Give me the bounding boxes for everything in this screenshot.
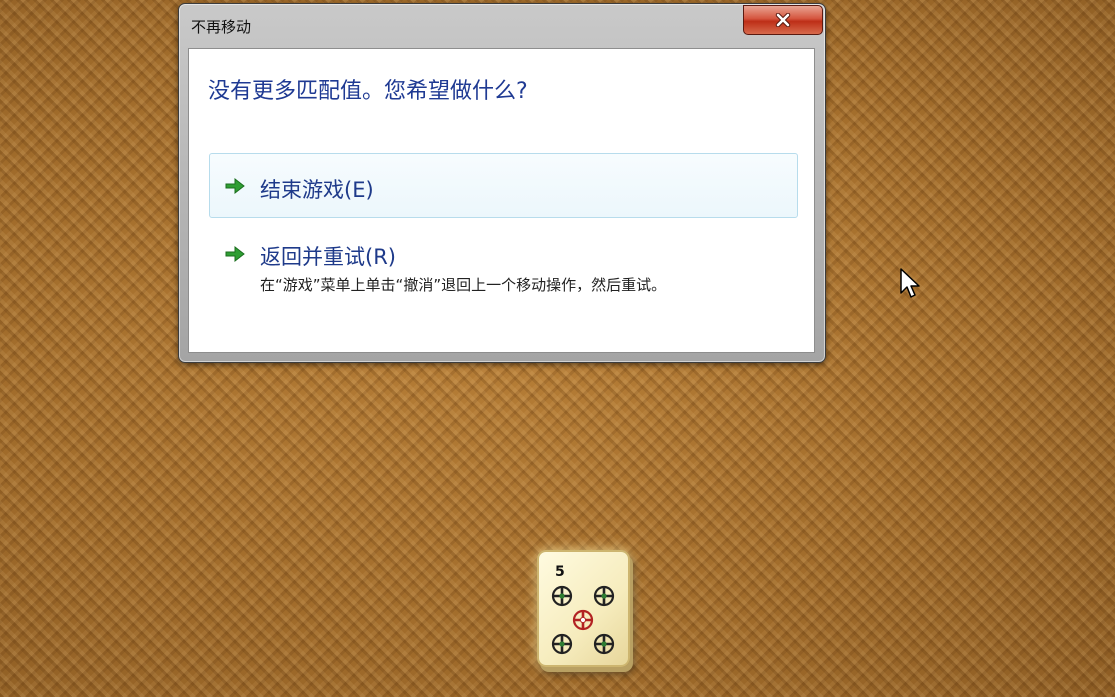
retry-label: 返回并重试(R): [260, 245, 396, 269]
retry-option[interactable]: 返回并重试(R) 在“游戏”菜单上单击“撤消”退回上一个移动操作，然后重试。: [209, 231, 798, 331]
mahjong-tile[interactable]: 5: [537, 550, 630, 667]
green-arrow-icon: [225, 245, 245, 263]
dialog-instruction: 没有更多匹配值。您希望做什么?: [208, 79, 528, 104]
no-more-moves-dialog: 不再移动 没有更多匹配值。您希望做什么? 结束游戏(E) 返回并重试(R) 在“…: [178, 3, 826, 363]
close-button[interactable]: [743, 5, 823, 35]
green-arrow-icon: [225, 177, 245, 195]
dialog-titlebar[interactable]: 不再移动: [179, 4, 825, 44]
retry-note: 在“游戏”菜单上单击“撤消”退回上一个移动操作，然后重试。: [260, 276, 667, 294]
dialog-title: 不再移动: [191, 18, 252, 36]
dialog-content: 没有更多匹配值。您希望做什么? 结束游戏(E) 返回并重试(R) 在“游戏”菜单…: [188, 48, 815, 353]
circle-five-icon: [551, 585, 615, 655]
close-icon: [775, 13, 791, 27]
end-game-option[interactable]: 结束游戏(E): [209, 153, 798, 218]
tile-number: 5: [555, 564, 565, 580]
mouse-pointer-icon: [900, 268, 920, 298]
end-game-label: 结束游戏(E): [260, 178, 374, 202]
